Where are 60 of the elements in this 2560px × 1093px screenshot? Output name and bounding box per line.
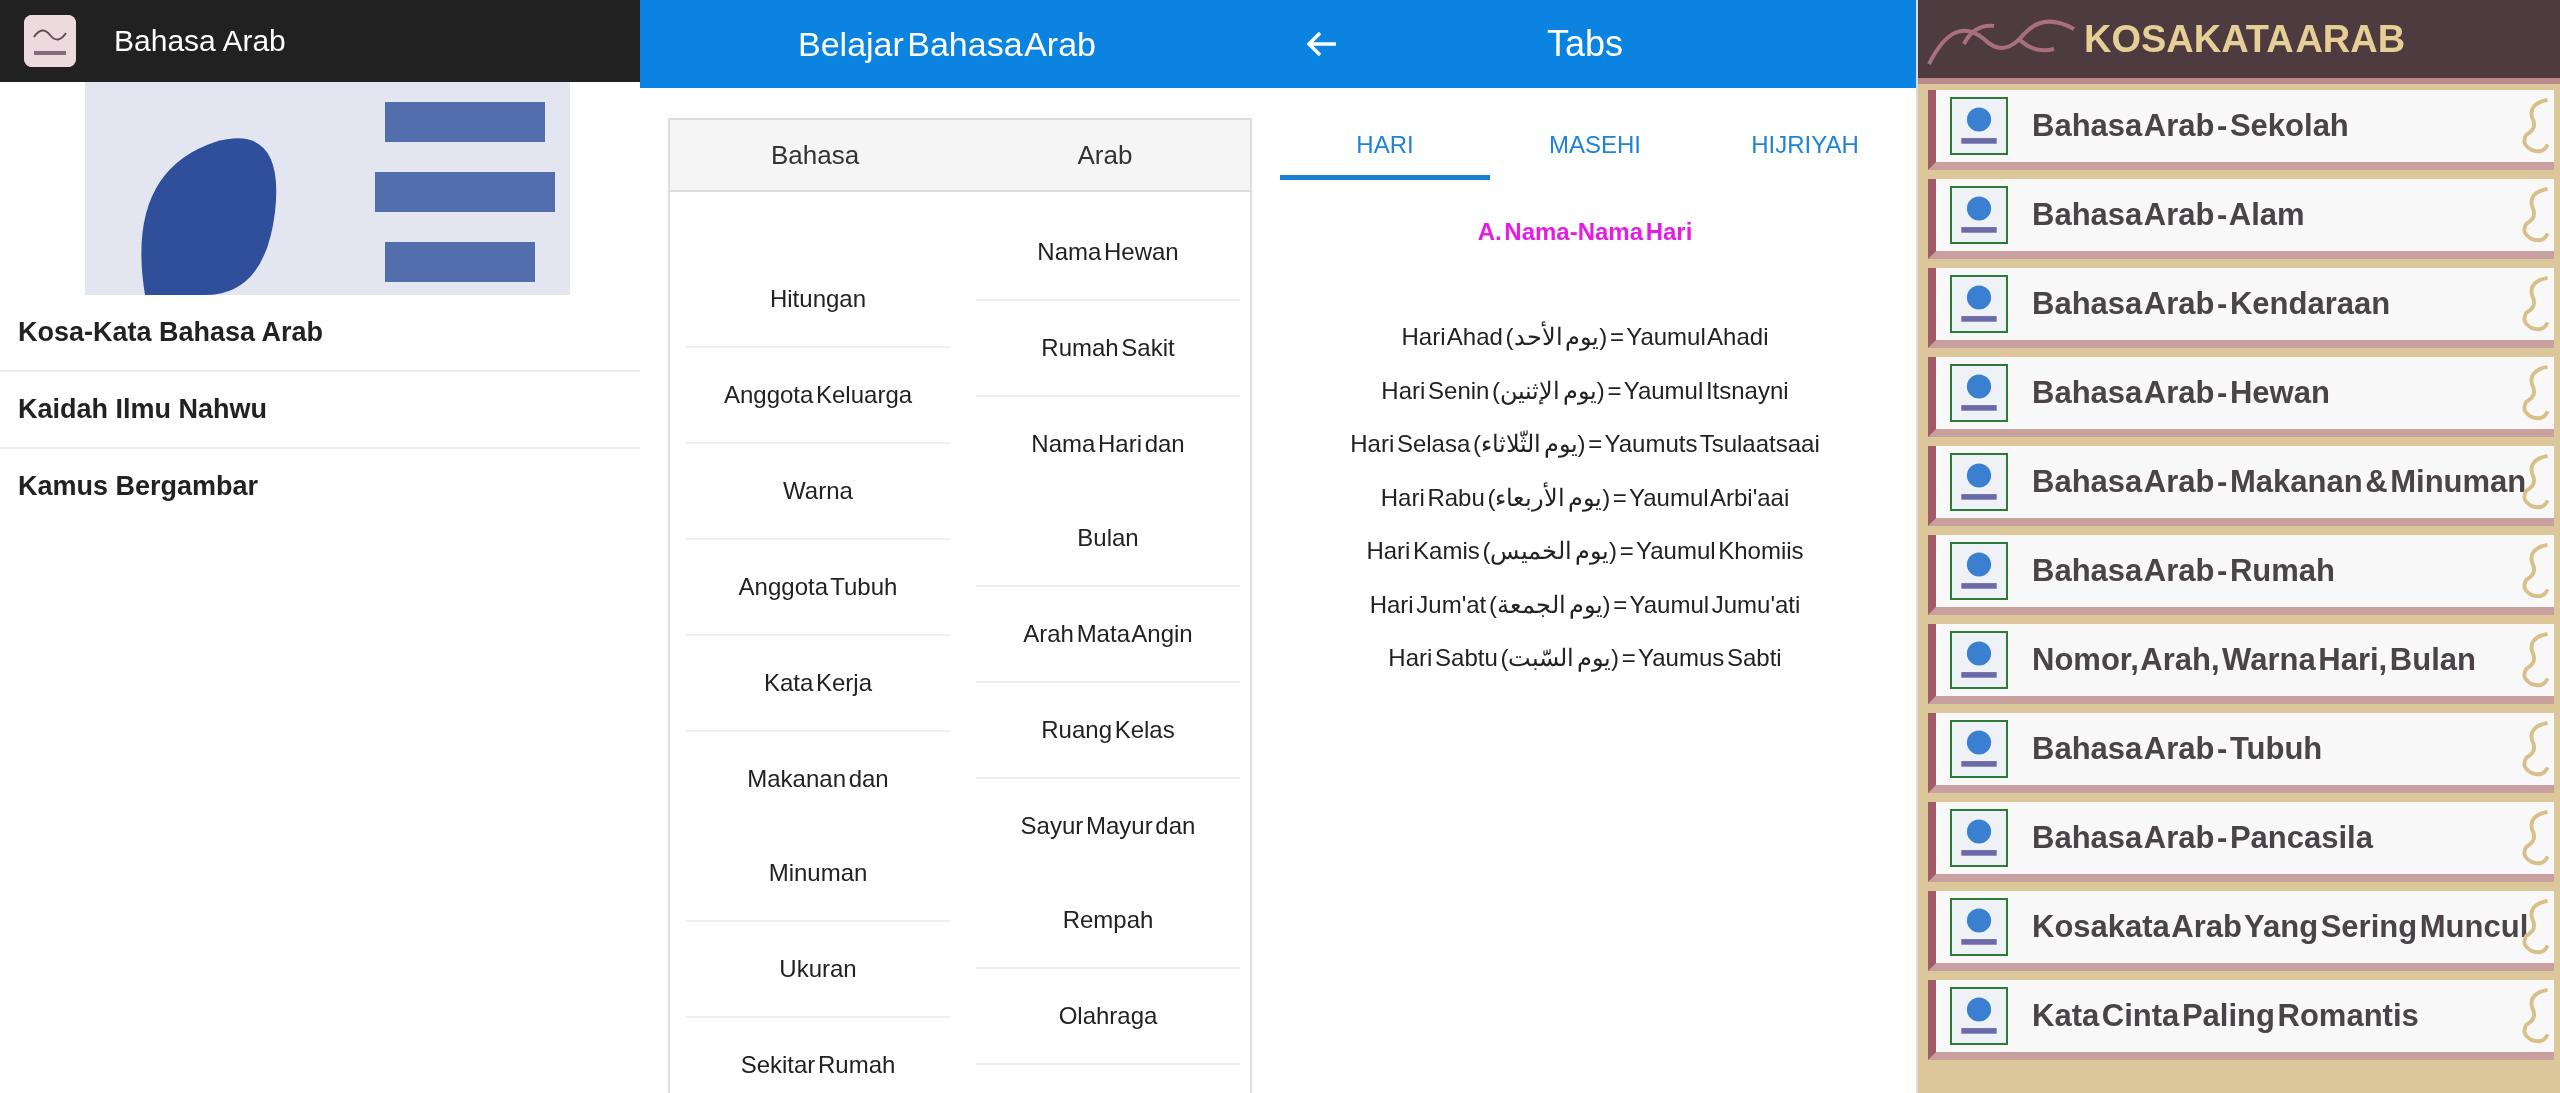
table-cell[interactable]: Makanan dan xyxy=(686,732,950,826)
table-cell[interactable]: Minuman xyxy=(686,826,950,920)
thumbnail-image xyxy=(1950,97,2008,155)
category-item[interactable]: Nomor, Arah, Warna Hari, Bulan xyxy=(1928,624,2554,704)
tab[interactable]: MASEHI xyxy=(1490,88,1700,180)
day-name-line: Hari Senin (يوم الإثنين) = Yaumul Itsnayni xyxy=(1380,375,1790,407)
category-item[interactable]: Bahasa Arab - Tubuh xyxy=(1928,713,2554,793)
day-name-line: Hari Kamis (يوم الخميس) = Yaumul Khomiis xyxy=(1365,536,1805,567)
table-cell[interactable]: Nama Hari dan xyxy=(976,397,1240,491)
category-item[interactable]: Bahasa Arab - Kendaraan xyxy=(1928,268,2554,348)
category-item[interactable]: Bahasa Arab - Hewan xyxy=(1928,357,2554,437)
day-name-line: Hari Jum'at (يوم الجمعة) = Yaumul Jumu'ati xyxy=(1368,589,1802,621)
column-header: Arab xyxy=(960,120,1250,192)
table-cell[interactable]: Anggota Tubuh xyxy=(686,540,950,634)
category-item[interactable]: Kata Cinta Paling Romantis xyxy=(1928,980,2554,1060)
table-cell[interactable]: Warna xyxy=(686,444,950,538)
thumbnail-image xyxy=(1950,987,2008,1045)
table-cell[interactable]: Olahraga xyxy=(976,969,1240,1063)
table-cell[interactable]: Arah Mata Angin xyxy=(976,587,1240,681)
thumbnail-image xyxy=(1950,453,2008,511)
table-cell[interactable]: Ruang Kelas xyxy=(976,683,1240,777)
category-item[interactable]: Bahasa Arab - Makanan & Minuman xyxy=(1928,446,2554,526)
table-cell[interactable]: Rumah Sakit xyxy=(976,301,1240,395)
menu-item[interactable]: Kamus Bergambar xyxy=(0,449,640,524)
day-name-line: Hari Sabtu (يوم السّبت) = Yaumus Sabti xyxy=(1387,643,1783,674)
category-item[interactable]: Bahasa Arab - Pancasila xyxy=(1928,802,2554,882)
thumbnail-image xyxy=(1950,364,2008,422)
table-cell[interactable]: Kata Kerja xyxy=(686,636,950,730)
table-cell[interactable]: Anggota Keluarga xyxy=(686,348,950,442)
tab[interactable]: HARI xyxy=(1280,88,1490,180)
table-cell[interactable]: Rempah xyxy=(976,873,1240,967)
thumbnail-image xyxy=(1950,186,2008,244)
table-cell[interactable]: Hitungan xyxy=(686,252,950,346)
category-item[interactable]: Bahasa Arab - Alam xyxy=(1928,179,2554,259)
app-title: Belajar Bahasa Arab xyxy=(640,0,1254,88)
day-name-line: Hari Selasa (يوم الثّلاثاء) = Yaumuts Tsulaatsaai xyxy=(1349,429,1821,460)
day-name-line: Hari Rabu (يوم الأربعاء) = Yaumul Arbi'aai xyxy=(1379,481,1791,514)
category-item[interactable]: Bahasa Arab - Sekolah xyxy=(1928,90,2554,170)
tab[interactable]: HIJRIYAH xyxy=(1700,88,1910,180)
category-item[interactable]: Bahasa Arab - Rumah xyxy=(1928,535,2554,615)
back-arrow-icon[interactable] xyxy=(1306,30,1338,58)
table-cell[interactable]: Ukuran xyxy=(686,922,950,1016)
app-title: Tabs xyxy=(1546,23,1623,64)
app-title: Bahasa Arab xyxy=(114,24,286,58)
table-cell[interactable]: Sayur Mayur dan xyxy=(976,779,1240,873)
app-logo xyxy=(24,15,76,67)
thumbnail-image xyxy=(1950,809,2008,867)
day-name-line: Hari Ahad (يوم الأحد) = Yaumul Ahadi xyxy=(1400,320,1770,353)
app-title: KOSAKATA ARAB xyxy=(2084,17,2406,61)
thumbnail-image xyxy=(1950,720,2008,778)
section-heading: A. Nama-Nama Hari xyxy=(1476,218,1694,246)
thumbnail-image xyxy=(1950,275,2008,333)
column-header: Bahasa xyxy=(670,120,960,192)
category-item[interactable]: Kosakata Arab Yang Sering Muncul xyxy=(1928,891,2554,971)
table-cell[interactable]: Bulan xyxy=(976,491,1240,585)
thumbnail-image xyxy=(1950,631,2008,689)
table-cell[interactable]: Nama Hewan xyxy=(976,205,1240,299)
thumbnail-image xyxy=(1950,542,2008,600)
thumbnail-image xyxy=(1950,898,2008,956)
table-cell[interactable]: Sekitar Rumah xyxy=(686,1018,950,1093)
